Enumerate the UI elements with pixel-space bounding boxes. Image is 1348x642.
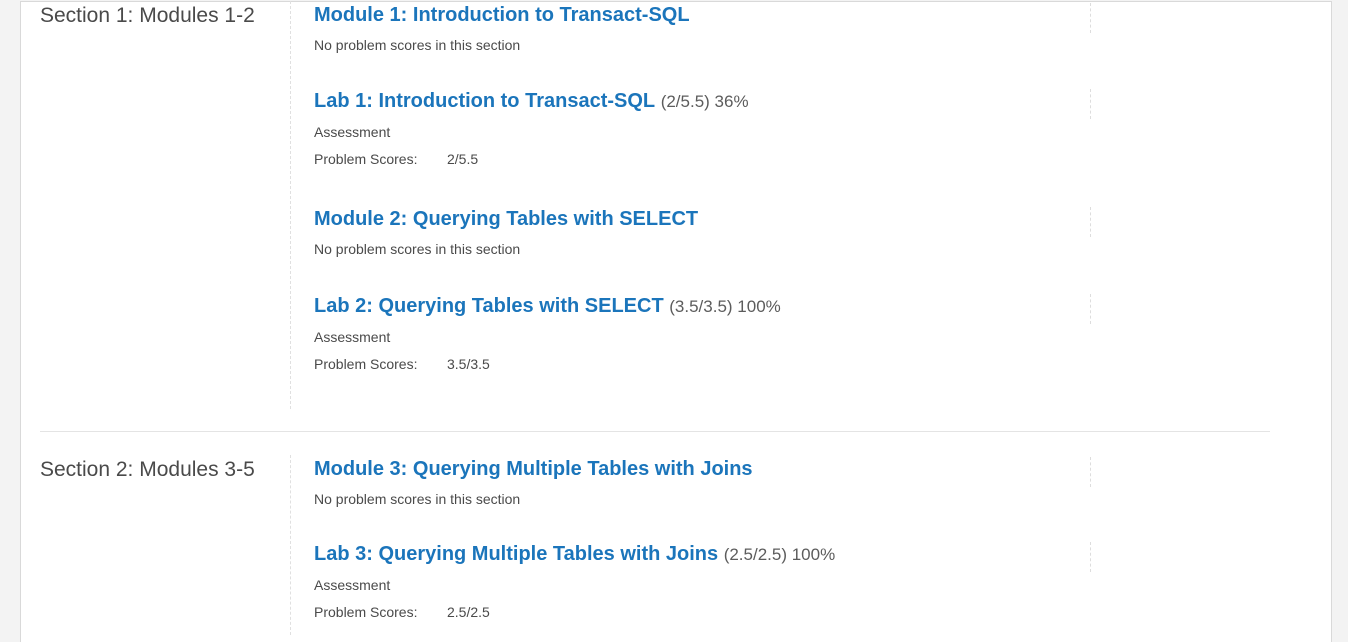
section-score: (2.5/2.5) 100% bbox=[723, 545, 836, 564]
section-subtitle: No problem scores in this section bbox=[314, 491, 521, 507]
section-subtitle: No problem scores in this section bbox=[314, 241, 521, 257]
problem-scores-label: Problem Scores: bbox=[314, 151, 418, 167]
problem-score-value: 2/5.5 bbox=[447, 151, 479, 167]
section-subtitle: No problem scores in this section bbox=[314, 37, 521, 53]
section-link-module-2[interactable]: Module 2: Querying Tables with SELECT bbox=[314, 208, 698, 230]
section-item: Module 1: Introduction to Transact-SQL N… bbox=[291, 3, 1091, 54]
chapter-section-1: Section 1: Modules 1-2 Module 1: Introdu… bbox=[40, 1, 1270, 411]
chapter-divider bbox=[40, 431, 1270, 432]
chapter-title: Section 2: Modules 3-5 bbox=[40, 458, 255, 481]
section-link-module-3[interactable]: Module 3: Querying Multiple Tables with … bbox=[314, 458, 753, 480]
section-item: Lab 2: Querying Tables with SELECT (3.5/… bbox=[291, 294, 1091, 373]
problem-scores: Problem Scores: 3.5/3.5 bbox=[314, 355, 1091, 373]
section-item: Module 3: Querying Multiple Tables with … bbox=[291, 457, 1091, 508]
section-link-lab-1[interactable]: Lab 1: Introduction to Transact-SQL bbox=[314, 90, 655, 112]
problem-score-value: 2.5/2.5 bbox=[447, 604, 490, 620]
problem-score-value: 3.5/3.5 bbox=[447, 356, 490, 372]
section-link-module-1[interactable]: Module 1: Introduction to Transact-SQL bbox=[314, 4, 690, 26]
section-heading: Lab 1: Introduction to Transact-SQL (2/5… bbox=[314, 89, 1091, 114]
problem-scores-label: Problem Scores: bbox=[314, 604, 418, 620]
problem-scores-label: Problem Scores: bbox=[314, 356, 418, 372]
section-link-lab-2[interactable]: Lab 2: Querying Tables with SELECT bbox=[314, 295, 664, 317]
section-heading: Module 1: Introduction to Transact-SQL bbox=[314, 3, 1091, 27]
section-link-lab-3[interactable]: Lab 3: Querying Multiple Tables with Joi… bbox=[314, 543, 718, 565]
problem-scores: Problem Scores: 2.5/2.5 bbox=[314, 603, 1091, 621]
chapter-title: Section 1: Modules 1-2 bbox=[40, 4, 255, 27]
section-subtitle: Assessment bbox=[314, 577, 391, 593]
section-subtitle: Assessment bbox=[314, 124, 391, 140]
problem-scores: Problem Scores: 2/5.5 bbox=[314, 150, 1091, 168]
section-score: (2/5.5) 36% bbox=[660, 92, 749, 111]
section-score: (3.5/3.5) 100% bbox=[669, 297, 781, 316]
section-heading: Lab 3: Querying Multiple Tables with Joi… bbox=[314, 542, 1091, 567]
section-item: Lab 3: Querying Multiple Tables with Joi… bbox=[291, 542, 1091, 621]
chapter-section-2: Section 2: Modules 3-5 Module 3: Queryin… bbox=[40, 455, 1270, 635]
section-item: Module 2: Querying Tables with SELECT No… bbox=[291, 207, 1091, 258]
chapter-sections-list: Module 1: Introduction to Transact-SQL N… bbox=[290, 1, 1091, 409]
chapter-sections-list: Module 3: Querying Multiple Tables with … bbox=[290, 455, 1091, 635]
section-heading: Module 3: Querying Multiple Tables with … bbox=[314, 457, 1091, 481]
section-heading: Lab 2: Querying Tables with SELECT (3.5/… bbox=[314, 294, 1091, 319]
section-subtitle: Assessment bbox=[314, 329, 391, 345]
section-item: Lab 1: Introduction to Transact-SQL (2/5… bbox=[291, 89, 1091, 168]
section-heading: Module 2: Querying Tables with SELECT bbox=[314, 207, 1091, 231]
